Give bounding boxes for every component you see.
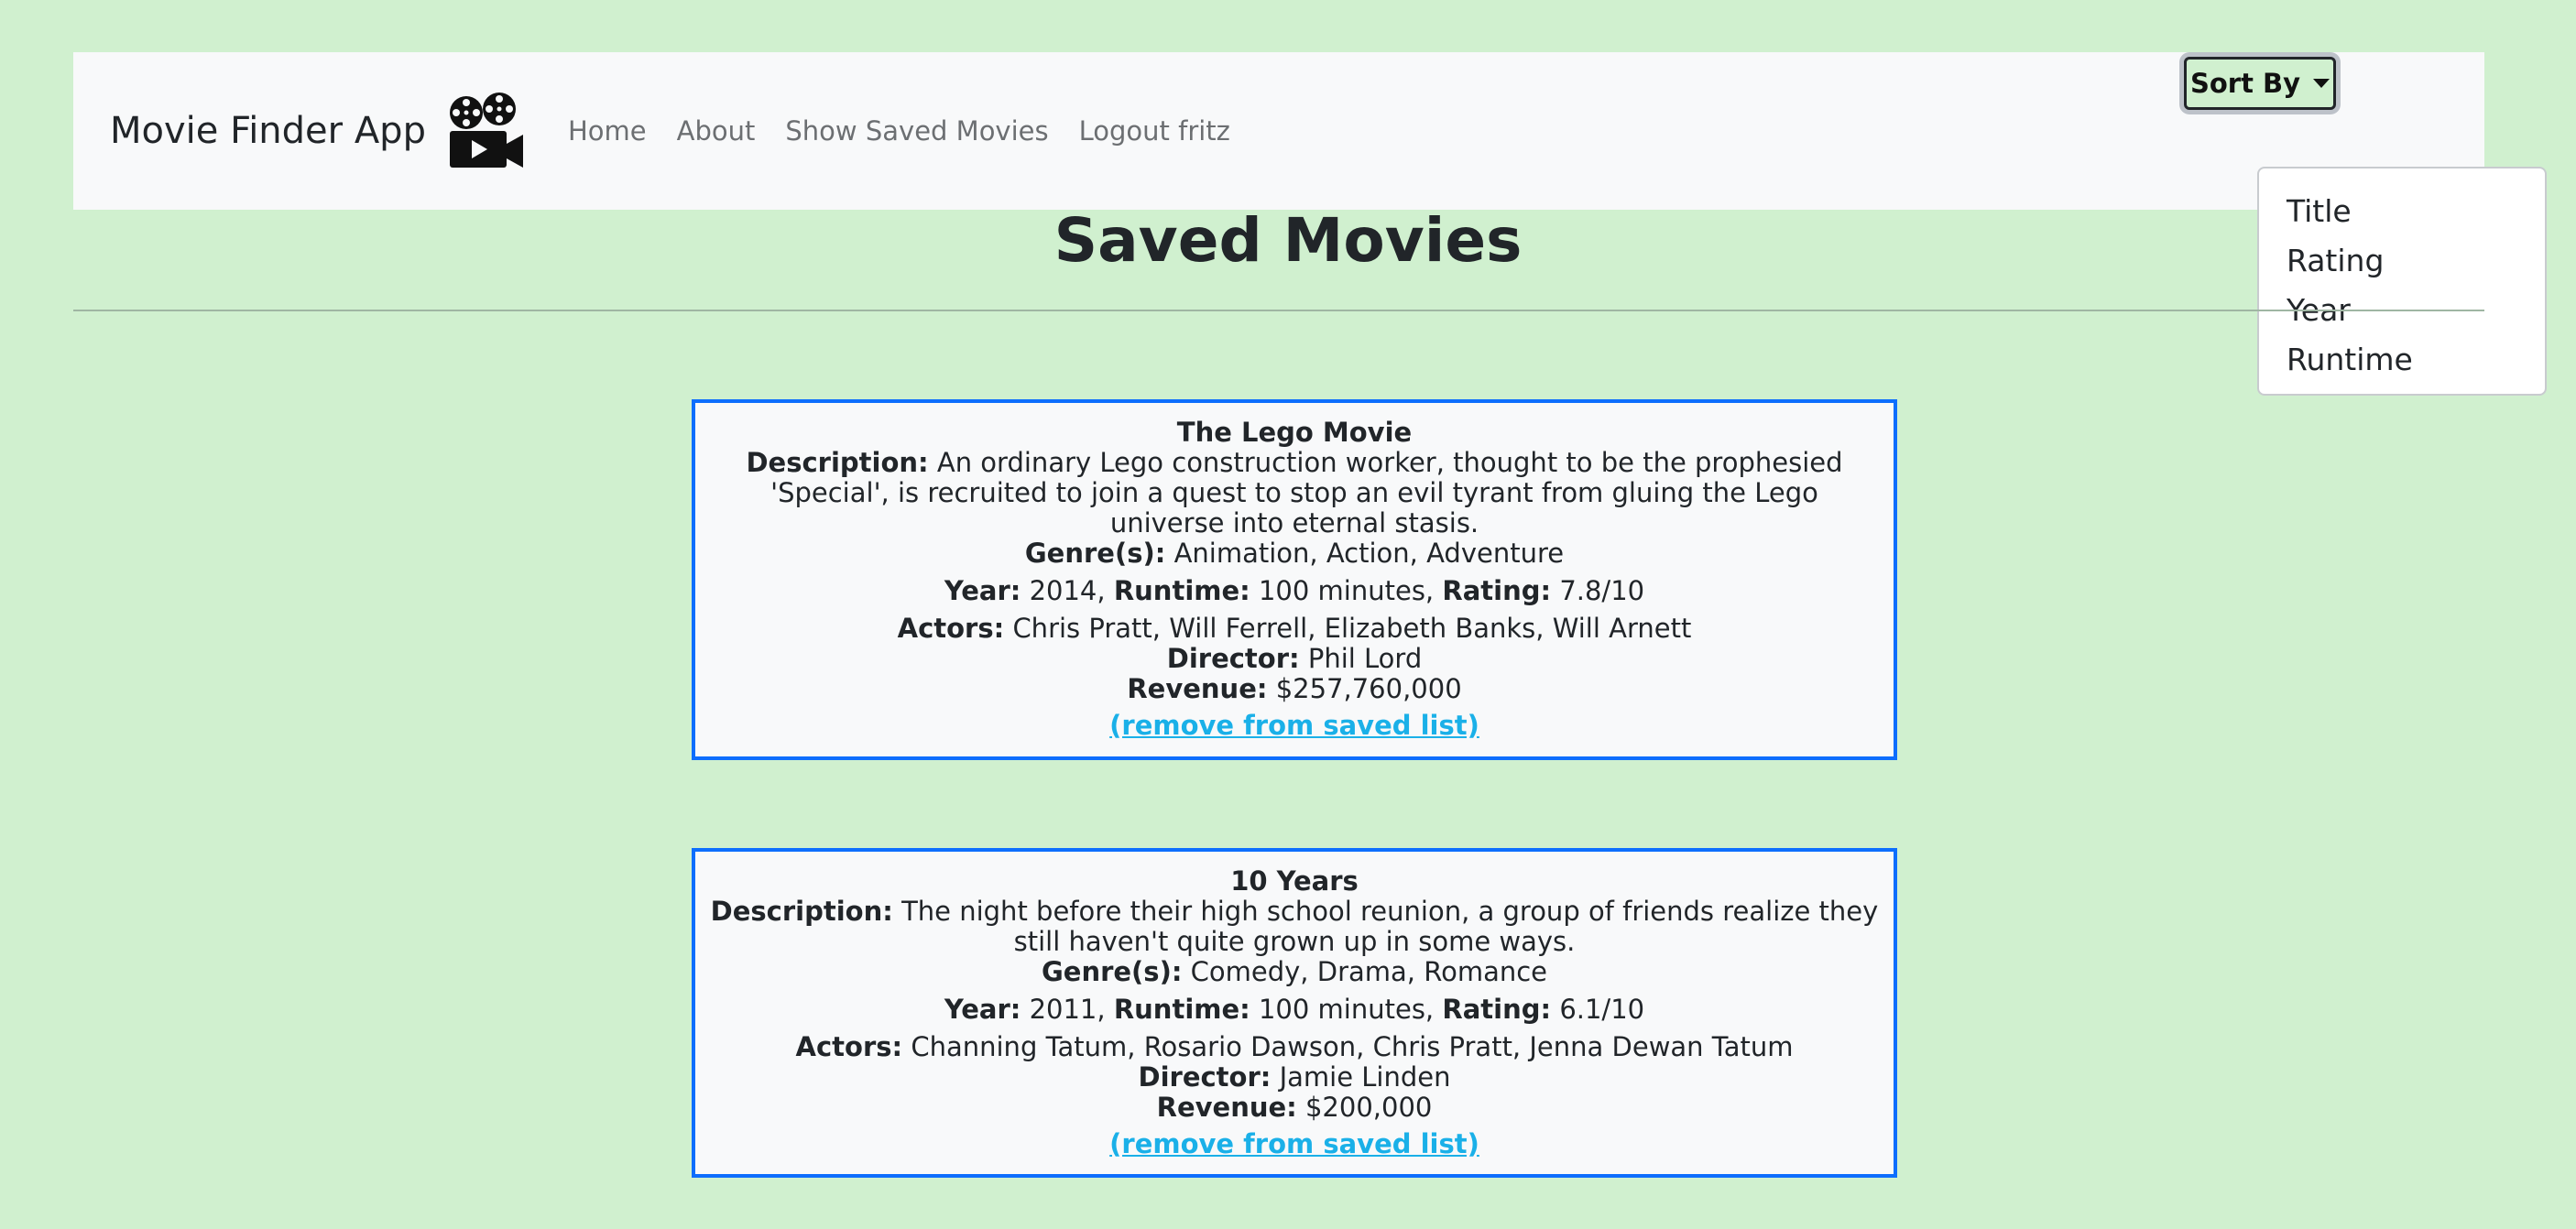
director-value: Phil Lord [1307, 643, 1423, 674]
nav-link-logout[interactable]: Logout fritz [1079, 115, 1230, 147]
movie-actors: Actors: Chris Pratt, Will Ferrell, Eliza… [710, 614, 1879, 644]
director-label: Director: [1166, 643, 1300, 674]
revenue-value: $257,760,000 [1275, 673, 1462, 704]
rating-label: Rating: [1442, 575, 1552, 606]
runtime-value: 100 minutes, [1258, 575, 1435, 606]
movie-genres: Genre(s): Comedy, Drama, Romance [710, 957, 1879, 987]
brand-name[interactable]: Movie Finder App [110, 110, 426, 152]
year-label: Year: [944, 575, 1021, 606]
runtime-label: Runtime: [1113, 575, 1250, 606]
rating-value: 6.1/10 [1559, 994, 1645, 1025]
remove-from-saved-link[interactable]: (remove from saved list) [1109, 1129, 1479, 1159]
sort-dropdown-menu: Title Rating Year Runtime [2257, 167, 2547, 396]
actors-label: Actors: [795, 1031, 903, 1062]
revenue-label: Revenue: [1156, 1092, 1297, 1123]
sort-by-label: Sort By [2189, 68, 2301, 99]
movie-revenue: Revenue: $257,760,000 [710, 674, 1879, 704]
genres-label: Genre(s): [1024, 538, 1166, 569]
description-text: The night before their high school reuni… [901, 896, 1879, 957]
genres-value: Animation, Action, Adventure [1173, 538, 1565, 569]
divider [73, 310, 2484, 311]
sort-option-runtime[interactable]: Runtime [2259, 335, 2545, 385]
movie-card: The Lego Movie Description: An ordinary … [692, 399, 1897, 760]
director-value: Jamie Linden [1279, 1061, 1451, 1093]
movie-description: Description: An ordinary Lego constructi… [710, 448, 1879, 538]
actors-value: Chris Pratt, Will Ferrell, Elizabeth Ban… [1012, 613, 1692, 644]
nav-link-show-saved-movies[interactable]: Show Saved Movies [785, 115, 1048, 147]
description-label: Description: [746, 447, 929, 478]
description-text: An ordinary Lego construction worker, th… [770, 447, 1843, 538]
genres-value: Comedy, Drama, Romance [1190, 956, 1548, 987]
rating-value: 7.8/10 [1559, 575, 1645, 606]
runtime-label: Runtime: [1113, 994, 1250, 1025]
runtime-value: 100 minutes, [1258, 994, 1435, 1025]
year-value: 2014, [1029, 575, 1106, 606]
movie-genres: Genre(s): Animation, Action, Adventure [710, 538, 1879, 569]
movie-title: 10 Years [1230, 865, 1359, 897]
page-title: Saved Movies [1053, 205, 1523, 276]
description-label: Description: [710, 896, 893, 927]
revenue-value: $200,000 [1304, 1092, 1433, 1123]
navbar: Movie Finder App Home About Show Saved M… [73, 52, 2484, 210]
remove-from-saved-link[interactable]: (remove from saved list) [1109, 711, 1479, 741]
movie-director: Director: Phil Lord [710, 644, 1879, 674]
movie-director: Director: Jamie Linden [710, 1062, 1879, 1093]
year-label: Year: [944, 994, 1021, 1025]
movie-description: Description: The night before their high… [710, 897, 1879, 957]
genres-label: Genre(s): [1041, 956, 1183, 987]
movie-revenue: Revenue: $200,000 [710, 1093, 1879, 1123]
revenue-label: Revenue: [1127, 673, 1268, 704]
movie-camera-icon [449, 92, 523, 168]
caret-down-icon [2313, 79, 2330, 88]
rating-label: Rating: [1442, 994, 1552, 1025]
movie-title: The Lego Movie [1176, 417, 1413, 448]
movie-stats: Year: 2014, Runtime: 100 minutes, Rating… [710, 576, 1879, 606]
movie-stats: Year: 2011, Runtime: 100 minutes, Rating… [710, 995, 1879, 1025]
movie-card: 10 Years Description: The night before t… [692, 848, 1897, 1178]
director-label: Director: [1138, 1061, 1272, 1093]
year-value: 2011, [1029, 994, 1106, 1025]
movie-actors: Actors: Channing Tatum, Rosario Dawson, … [710, 1032, 1879, 1062]
sort-by-button[interactable]: Sort By [2184, 57, 2336, 110]
actors-label: Actors: [897, 613, 1005, 644]
brand[interactable]: Movie Finder App [110, 52, 525, 210]
nav-links: Home About Show Saved Movies Logout frit… [568, 52, 1261, 210]
nav-link-about[interactable]: About [677, 115, 756, 147]
actors-value: Channing Tatum, Rosario Dawson, Chris Pr… [911, 1031, 1794, 1062]
nav-link-home[interactable]: Home [568, 115, 647, 147]
